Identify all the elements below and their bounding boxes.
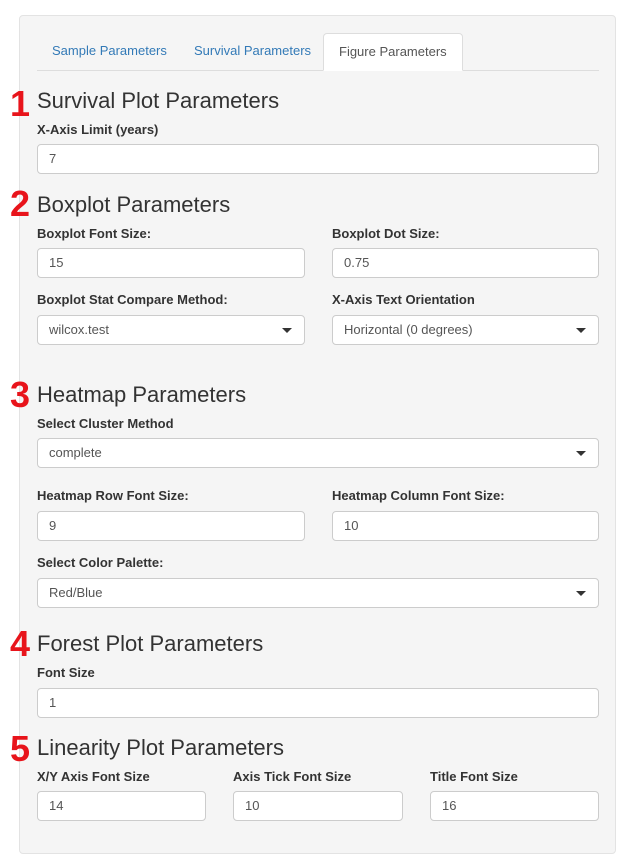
boxplot-stat-method-value: wilcox.test <box>49 322 109 337</box>
tab-bar: Sample Parameters Survival Parameters Fi… <box>37 33 599 71</box>
x-axis-text-orientation-label: X-Axis Text Orientation <box>332 292 475 307</box>
linearity-section-title: Linearity Plot Parameters <box>37 735 284 760</box>
heatmap-column-font-size-label: Heatmap Column Font Size: <box>332 488 505 503</box>
boxplot-dot-size-label: Boxplot Dot Size: <box>332 226 440 241</box>
axis-tick-font-size-input[interactable]: 10 <box>233 791 403 821</box>
section-number-heatmap: 3 <box>10 374 31 415</box>
heatmap-column-font-size-input[interactable]: 10 <box>332 511 599 541</box>
xy-axis-font-size-input[interactable]: 14 <box>37 791 206 821</box>
x-axis-text-orientation-value: Horizontal (0 degrees) <box>344 322 473 337</box>
forest-section-title: Forest Plot Parameters <box>37 631 264 656</box>
cluster-method-value: complete <box>49 445 102 460</box>
survival-section-title: Survival Plot Parameters <box>37 88 280 113</box>
caret-down-icon <box>576 328 586 333</box>
boxplot-dot-size-input[interactable]: 0.75 <box>332 248 599 278</box>
section-number-forest: 4 <box>10 623 31 664</box>
boxplot-font-size-label: Boxplot Font Size: <box>37 226 152 241</box>
boxplot-font-size-input[interactable]: 15 <box>37 248 305 278</box>
tab-survival-parameters[interactable]: Survival Parameters <box>179 33 326 71</box>
caret-down-icon <box>576 591 586 596</box>
color-palette-value: Red/Blue <box>49 585 103 600</box>
xy-axis-font-size-label: X/Y Axis Font Size <box>37 769 150 784</box>
boxplot-stat-method-label: Boxplot Stat Compare Method: <box>37 292 228 307</box>
caret-down-icon <box>282 328 292 333</box>
color-palette-select[interactable]: Red/Blue <box>37 578 599 608</box>
title-font-size-label: Title Font Size <box>430 769 518 784</box>
caret-down-icon <box>576 451 586 456</box>
section-number-boxplot: 2 <box>10 183 31 224</box>
tab-sample-parameters[interactable]: Sample Parameters <box>37 33 182 71</box>
axis-tick-font-size-label: Axis Tick Font Size <box>233 769 352 784</box>
cluster-method-select[interactable]: complete <box>37 438 599 468</box>
forest-font-size-input[interactable]: 1 <box>37 688 599 718</box>
section-number-linearity: 5 <box>10 728 31 769</box>
heatmap-row-font-size-label: Heatmap Row Font Size: <box>37 488 189 503</box>
cluster-method-label: Select Cluster Method <box>37 416 174 431</box>
heatmap-row-font-size-input[interactable]: 9 <box>37 511 305 541</box>
tab-figure-parameters[interactable]: Figure Parameters <box>323 33 463 71</box>
color-palette-label: Select Color Palette: <box>37 555 164 570</box>
boxplot-stat-method-select[interactable]: wilcox.test <box>37 315 305 345</box>
xaxis-limit-input[interactable]: 7 <box>37 144 599 174</box>
xaxis-limit-label: X-Axis Limit (years) <box>37 122 159 137</box>
x-axis-text-orientation-select[interactable]: Horizontal (0 degrees) <box>332 315 599 345</box>
heatmap-section-title: Heatmap Parameters <box>37 382 247 407</box>
forest-font-size-label: Font Size <box>37 665 95 680</box>
section-number-survival: 1 <box>10 83 31 124</box>
boxplot-section-title: Boxplot Parameters <box>37 192 231 217</box>
sidebar-panel <box>19 15 616 854</box>
title-font-size-input[interactable]: 16 <box>430 791 599 821</box>
